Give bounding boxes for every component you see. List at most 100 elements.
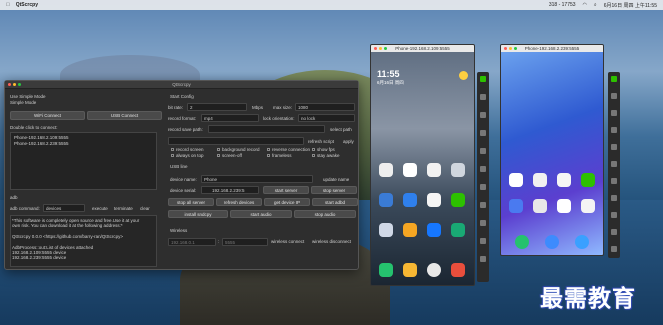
app-icon[interactable] [379,193,393,207]
get-device-ip-button[interactable]: get device IP [264,198,310,206]
device-list-item[interactable]: Phone-192.168.2.109:5555 [14,135,69,140]
menubar-app-name[interactable]: QtScrcpy [16,2,38,8]
record-save-path-input[interactable] [208,125,325,133]
wireless-port-input[interactable]: 5555 [222,238,268,246]
app-icon[interactable] [403,193,417,207]
app-icon[interactable] [427,223,441,237]
bit-rate-input[interactable]: 2 [187,103,247,111]
start-server-button[interactable]: start server [263,186,309,194]
clear-button[interactable]: clear [140,206,150,211]
toolbar-button[interactable] [480,202,486,208]
install-sndcpy-button[interactable]: install sndcpy [168,210,228,218]
app-icon[interactable] [427,193,441,207]
toolbar-button[interactable] [480,76,486,82]
refresh-script-button[interactable]: refresh script [308,139,334,144]
app-icon[interactable] [581,199,595,213]
wechat-icon[interactable] [451,193,465,207]
toolbar-button[interactable] [611,246,617,252]
lock-orientation-select[interactable]: no lock [298,114,355,122]
app-icon[interactable] [509,173,523,187]
always-on-top-checkbox[interactable] [171,154,174,157]
device-list[interactable]: Phone-192.168.2.109:5555 Phone-192.168.2… [10,132,157,190]
usb-line-heading: USB line [170,164,188,169]
stay-awake-checkbox[interactable] [312,154,315,157]
update-name-button[interactable]: update name [323,177,349,182]
app-icon[interactable] [379,223,393,237]
phone-icon[interactable] [379,263,393,277]
toolbar-button[interactable] [480,130,486,136]
toolbar-button[interactable] [480,112,486,118]
menubar-datetime[interactable]: 6月16日 周四 上午11:55 [604,2,657,9]
toolbar-button[interactable] [611,127,617,133]
start-adbd-button[interactable]: start adbd [312,198,358,206]
adb-command-input[interactable]: devices [43,204,85,212]
phone-icon[interactable] [515,235,529,249]
toolbar-button[interactable] [611,161,617,167]
script-select[interactable] [168,137,304,145]
device-name-input[interactable]: Phone [201,175,313,183]
screen-off-checkbox[interactable] [217,154,220,157]
app-icon[interactable] [451,163,465,177]
toolbar-button[interactable] [611,229,617,235]
app-icon[interactable] [451,263,465,277]
toolbar-button[interactable] [480,220,486,226]
apply-button[interactable]: apply [343,139,354,144]
stop-audio-button[interactable]: stop audio [294,210,356,218]
terminate-button[interactable]: terminate [114,206,133,211]
search-icon[interactable]: ⌕ [594,2,597,8]
app-icon[interactable] [509,199,523,213]
frameless-checkbox[interactable] [267,154,270,157]
toolbar-button[interactable] [480,94,486,100]
toolbar-button[interactable] [480,148,486,154]
show-fps-checkbox[interactable] [312,148,315,151]
stop-all-server-button[interactable]: stop all server [168,198,214,206]
start-audio-button[interactable]: start audio [230,210,292,218]
record-format-select[interactable]: mp4 [201,114,259,122]
toolbar-button[interactable] [480,256,486,262]
app-icon[interactable] [533,173,547,187]
app-icon[interactable] [403,163,417,177]
toolbar-button[interactable] [611,144,617,150]
toolbar-button[interactable] [611,76,617,82]
toolbar-button[interactable] [611,93,617,99]
stop-server-button[interactable]: stop server [311,186,357,194]
app-icon[interactable] [557,199,571,213]
wireless-connect-button[interactable]: wireless connect [271,239,304,244]
screen-off-label: screen-off [222,153,242,158]
execute-button[interactable]: execute [92,206,108,211]
background-record-checkbox[interactable] [217,148,220,151]
usb-connect-button[interactable]: USB Connect [87,111,162,120]
max-size-select[interactable]: 1080 [295,103,355,111]
refresh-devices-button[interactable]: refresh devices [216,198,262,206]
chrome-icon[interactable] [427,263,441,277]
app-icon[interactable] [403,263,417,277]
record-screen-checkbox[interactable] [171,148,174,151]
app-icon[interactable] [545,235,559,249]
wechat-icon[interactable] [581,173,595,187]
app-icon[interactable] [451,223,465,237]
toolbar-button[interactable] [480,238,486,244]
toolbar-button[interactable] [611,195,617,201]
toolbar-button[interactable] [480,184,486,190]
app-icon[interactable] [575,235,589,249]
toolbar-button[interactable] [611,178,617,184]
app-icon[interactable] [379,163,393,177]
app-icon[interactable] [557,173,571,187]
app-icon[interactable] [403,223,417,237]
toolbar-button[interactable] [611,212,617,218]
wifi-connect-button[interactable]: WiFi Connect [10,111,85,120]
apple-icon[interactable]:  [6,2,10,8]
select-path-button[interactable]: select path [330,127,352,132]
log-output[interactable]: *This software is completely open source… [10,215,157,267]
toolbar-button[interactable] [611,110,617,116]
device-serial-select[interactable]: 192.168.2.239:5 [201,186,259,194]
wireless-disconnect-button[interactable]: wireless disconnect [312,239,351,244]
app-icon[interactable] [533,199,547,213]
device-list-item[interactable]: Phone-192.168.2.239:5555 [14,141,69,146]
wifi-icon[interactable]: ◠ [583,2,587,8]
wireless-ip-input[interactable]: 192.168.0.1 [168,238,216,246]
toolbar-button[interactable] [480,166,486,172]
app-icon[interactable] [427,163,441,177]
reverse-connection-checkbox[interactable] [267,148,270,151]
background-record-label: background record [222,147,260,152]
